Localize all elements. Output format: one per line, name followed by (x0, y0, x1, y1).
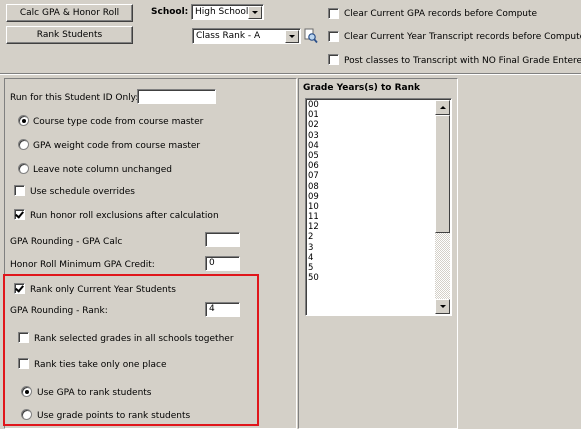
honor-roll-exclusions-checkbox[interactable] (14, 209, 25, 220)
use-gpa-radio[interactable] (21, 386, 32, 397)
grade-list-item[interactable]: 09 (306, 192, 451, 202)
rank-current-year-checkbox[interactable] (14, 283, 25, 294)
grade-list-item[interactable]: 00 (306, 100, 451, 110)
grade-list-item[interactable]: 06 (306, 161, 451, 171)
empty-region (459, 78, 581, 429)
school-label: School: (151, 7, 189, 17)
school-select[interactable]: High School (191, 4, 264, 20)
grade-list-item[interactable]: 01 (306, 110, 451, 120)
grade-list-item[interactable]: 07 (306, 171, 451, 181)
rank-current-year-label: Rank only Current Year Students (30, 285, 176, 295)
grade-list-item[interactable]: 08 (306, 182, 451, 192)
rank-type-select[interactable]: Class Rank - A (192, 28, 301, 44)
rank-type-select-value: Class Rank - A (196, 31, 261, 41)
grade-years-list: 00 01 02 03 04 05 06 07 08 09 10 11 12 2 3 4 5 50 (306, 99, 451, 283)
course-type-radio[interactable] (18, 115, 29, 126)
student-id-label: Run for this Student ID Only: (10, 93, 139, 103)
grade-list-item[interactable]: 2 (306, 232, 451, 242)
grade-list-item[interactable]: 4 (306, 253, 451, 263)
school-select-value: High School (195, 7, 249, 17)
clear-transcript-label: Clear Current Year Transcript records be… (344, 32, 581, 42)
chevron-down-icon[interactable] (248, 6, 262, 19)
post-classes-checkbox[interactable] (328, 54, 339, 65)
grade-years-listbox[interactable]: 00 01 02 03 04 05 06 07 08 09 10 11 12 2 3 4 5 50 (305, 98, 452, 316)
clear-transcript-checkbox[interactable] (328, 31, 339, 42)
grade-list-item[interactable]: 05 (306, 151, 451, 161)
leave-note-radio[interactable] (18, 163, 29, 174)
clear-gpa-checkbox[interactable] (328, 8, 339, 19)
gpa-rounding-calc-label: GPA Rounding - GPA Calc (10, 237, 123, 247)
chevron-down-icon[interactable] (285, 30, 299, 43)
honor-roll-min-label: Honor Roll Minimum GPA Credit: (10, 260, 155, 270)
leave-note-label: Leave note column unchanged (33, 165, 173, 175)
grade-list-item[interactable]: 04 (306, 141, 451, 151)
gpa-rounding-rank-input[interactable]: 4 (205, 302, 240, 317)
rank-ties-label: Rank ties take only one place (34, 360, 167, 370)
gpa-weight-label: GPA weight code from course master (33, 141, 201, 151)
grade-list-item[interactable]: 02 (306, 120, 451, 130)
schedule-overrides-label: Use schedule overrides (30, 187, 135, 197)
scroll-thumb[interactable] (435, 115, 450, 233)
rank-ties-checkbox[interactable] (18, 358, 29, 369)
rank-all-schools-checkbox[interactable] (18, 332, 29, 343)
grade-list-item[interactable]: 12 (306, 222, 451, 232)
use-grade-points-label: Use grade points to rank students (37, 411, 191, 421)
honor-roll-min-input[interactable]: 0 (205, 256, 240, 271)
rank-all-schools-label: Rank selected grades in all schools toge… (34, 334, 234, 344)
grade-list-item[interactable]: 03 (306, 131, 451, 141)
grade-list-item[interactable]: 50 (306, 273, 451, 283)
grade-list-scrollbar[interactable] (435, 100, 450, 314)
calc-gpa-honor-roll-button[interactable]: Calc GPA & Honor Roll (6, 4, 133, 22)
gpa-weight-radio[interactable] (18, 139, 29, 150)
toolbar-divider-light (0, 74, 581, 75)
clear-gpa-label: Clear Current GPA records before Compute (344, 9, 538, 19)
grade-years-title: Grade Years(s) to Rank (303, 83, 420, 93)
gpa-rounding-rank-label: GPA Rounding - Rank: (10, 306, 108, 316)
grade-list-item[interactable]: 10 (306, 202, 451, 212)
rank-students-button[interactable]: Rank Students (6, 26, 133, 44)
lookup-icon[interactable] (304, 28, 318, 44)
student-id-input[interactable] (137, 89, 216, 104)
scroll-down-icon[interactable] (435, 299, 450, 314)
scroll-up-icon[interactable] (435, 100, 450, 115)
honor-roll-exclusions-label: Run honor roll exclusions after calculat… (30, 211, 219, 221)
post-classes-label: Post classes to Transcript with NO Final… (344, 56, 581, 66)
use-gpa-label: Use GPA to rank students (37, 388, 152, 398)
grade-list-item[interactable]: 3 (306, 243, 451, 253)
use-grade-points-radio[interactable] (21, 409, 32, 420)
course-type-label: Course type code from course master (33, 117, 204, 127)
gpa-rounding-calc-input[interactable] (205, 232, 240, 247)
grade-list-item[interactable]: 11 (306, 212, 451, 222)
grade-list-item[interactable]: 5 (306, 263, 451, 273)
highlight-box (3, 274, 259, 426)
schedule-overrides-checkbox[interactable] (14, 185, 25, 196)
